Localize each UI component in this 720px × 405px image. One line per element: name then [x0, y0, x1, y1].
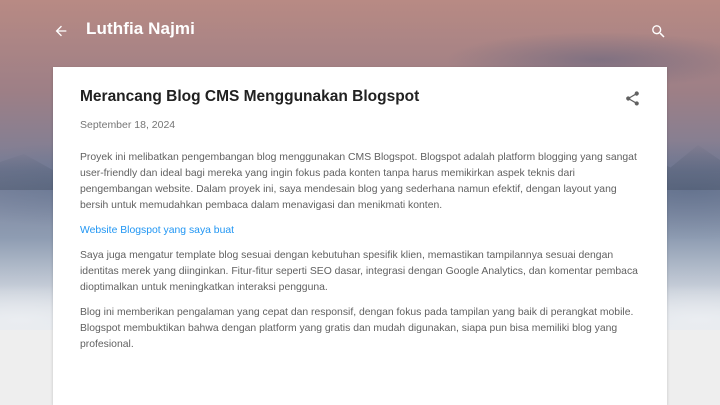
share-icon [625, 90, 639, 106]
share-button[interactable] [621, 87, 643, 109]
back-button[interactable] [48, 18, 74, 44]
post-card: Merancang Blog CMS Menggunakan Blogspot … [53, 67, 667, 405]
post-title: Merancang Blog CMS Menggunakan Blogspot [80, 88, 420, 105]
search-icon [651, 24, 665, 38]
site-title[interactable]: Luthfia Najmi [86, 19, 195, 39]
mountain-ridge-left [0, 154, 60, 190]
post-paragraph: Blog ini memberikan pengalaman yang cepa… [80, 307, 634, 350]
blogspot-website-link[interactable]: Website Blogspot yang saya buat [80, 225, 234, 236]
post-paragraph: Proyek ini melibatkan pengembangan blog … [80, 152, 637, 211]
top-app-bar: Luthfia Najmi [0, 0, 720, 62]
post-paragraph: Saya juga mengatur template blog sesuai … [80, 250, 638, 293]
arrow-back-icon [55, 25, 67, 37]
post-body: Proyek ini melibatkan pengembangan blog … [80, 150, 642, 362]
search-button[interactable] [645, 18, 671, 44]
post-link-paragraph: Website Blogspot yang saya buat [80, 223, 642, 239]
post-date: September 18, 2024 [80, 119, 176, 131]
